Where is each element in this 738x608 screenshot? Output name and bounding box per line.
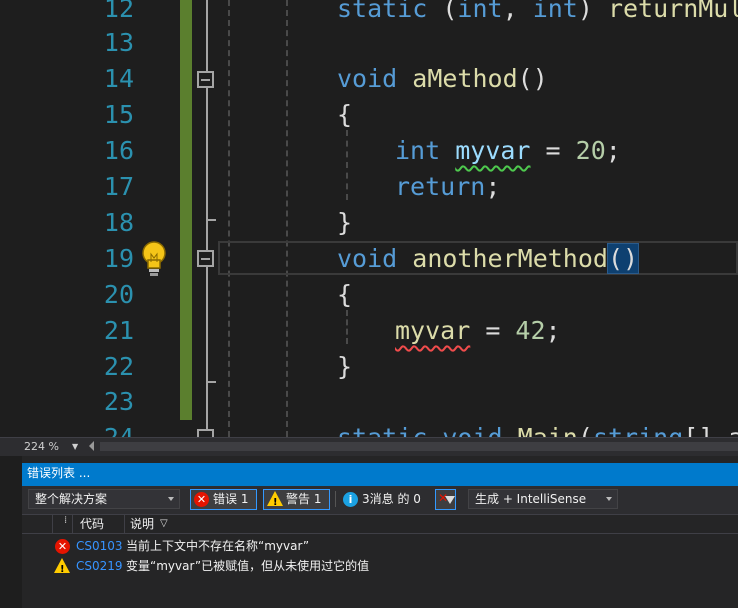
- line-number: 22: [103, 352, 134, 381]
- outline-end: [206, 381, 216, 383]
- error-row[interactable]: ! CS0219 变量“myvar”已被赋值，但从未使用过它的值: [22, 556, 738, 576]
- line-number: 23: [103, 387, 134, 416]
- code-line-16: int myvar = 20;: [395, 136, 621, 165]
- indent-guide: [346, 130, 348, 200]
- code-line-17: return;: [395, 172, 501, 201]
- code-editor[interactable]: 12 13 14 15 16 17 18 19 20 21 22 23 24 s…: [0, 0, 738, 437]
- horizontal-scrollbar[interactable]: [100, 442, 738, 451]
- code-line-24: static void Main(string[] ar: [337, 420, 738, 437]
- error-code-link[interactable]: CS0219: [76, 556, 123, 576]
- line-number: 21: [103, 316, 134, 345]
- lightbulb-icon[interactable]: [140, 240, 168, 278]
- code-line-15: {: [337, 100, 353, 129]
- toolbar-separator: [335, 491, 336, 507]
- line-number: 15: [103, 100, 134, 129]
- collapse-icon[interactable]: [197, 429, 214, 437]
- error-code-link[interactable]: CS0103: [76, 536, 123, 556]
- line-number: 18: [103, 208, 134, 237]
- code-line-18: }: [337, 208, 353, 237]
- collapse-icon[interactable]: [197, 250, 214, 267]
- chevron-down-icon: [606, 497, 612, 501]
- line-number: 12: [103, 0, 134, 23]
- warning-icon: !: [267, 491, 283, 508]
- zoom-dropdown-icon[interactable]: ▼: [72, 442, 78, 451]
- editor-status-bar: 224 % ▼: [0, 437, 738, 456]
- build-source-value: 生成 + IntelliSense: [475, 492, 587, 506]
- column-header-code[interactable]: 代码: [80, 515, 104, 533]
- chevron-down-icon: [168, 497, 174, 501]
- line-number: 14: [103, 64, 134, 93]
- error-icon: ✕: [55, 539, 70, 554]
- code-line-12: static (int, int) returnMult: [337, 0, 738, 23]
- editor-margin: [0, 0, 62, 437]
- panel-title[interactable]: 错误列表 ...: [22, 463, 738, 483]
- column-header-description[interactable]: 说明: [130, 515, 154, 533]
- zoom-level[interactable]: 224 %: [24, 440, 59, 453]
- error-description: 变量“myvar”已被赋值，但从未使用过它的值: [126, 559, 370, 573]
- code-line-19: void anotherMethod(): [337, 243, 640, 274]
- filter-dropdown-icon[interactable]: ▽: [160, 515, 168, 533]
- error-description: 当前上下文中不存在名称“myvar”: [126, 539, 310, 553]
- code-line-20: {: [337, 280, 353, 309]
- info-icon: i: [343, 492, 358, 507]
- collapse-icon[interactable]: [197, 71, 214, 88]
- line-number: 13: [103, 28, 134, 57]
- column-divider: [72, 515, 73, 533]
- column-divider: [124, 515, 125, 533]
- outline-end: [206, 219, 216, 221]
- column-divider: [52, 515, 53, 533]
- messages-filter-label: 3消息 的 0: [362, 492, 421, 506]
- error-list-panel: 错误列表 ... 整个解决方案 ✕ 错误 1 ! 警告 1 i 3消息 的 0 …: [22, 456, 738, 608]
- error-row[interactable]: ✕ CS0103 当前上下文中不存在名称“myvar”: [22, 536, 738, 556]
- line-number: 20: [103, 280, 134, 309]
- build-source-select[interactable]: 生成 + IntelliSense: [468, 489, 618, 509]
- errors-filter-label: 错误 1: [213, 492, 249, 506]
- warnings-filter-button[interactable]: ! 警告 1: [263, 489, 330, 510]
- code-line-14: void aMethod(): [337, 64, 548, 93]
- scope-select[interactable]: 整个解决方案: [28, 489, 180, 509]
- line-number: 16: [103, 136, 134, 165]
- line-number: 19: [103, 244, 134, 273]
- line-number: 17: [103, 172, 134, 201]
- filter-icon: [445, 496, 455, 504]
- error-icon: ✕: [194, 492, 209, 507]
- scope-select-value: 整个解决方案: [35, 492, 108, 506]
- clear-filter-button[interactable]: ✕: [435, 489, 456, 510]
- scroll-left-icon[interactable]: [89, 441, 94, 451]
- indent-guide: [286, 0, 288, 437]
- line-number: 24: [62, 420, 134, 437]
- indent-guide: [228, 0, 230, 437]
- warning-icon: !: [54, 558, 70, 575]
- sort-indicator-icon: ⁞: [64, 515, 68, 526]
- messages-filter-button[interactable]: i 3消息 的 0: [340, 489, 428, 510]
- code-line-21: myvar = 42;: [395, 316, 561, 345]
- indent-guide: [346, 310, 348, 344]
- code-line-22: }: [337, 352, 353, 381]
- error-list-header: ⁞ 代码 说明 ▽: [22, 514, 738, 534]
- errors-filter-button[interactable]: ✕ 错误 1: [190, 489, 257, 510]
- error-list-toolbar: 整个解决方案 ✕ 错误 1 ! 警告 1 i 3消息 的 0 ✕ 生成 + In…: [22, 486, 738, 514]
- change-tracking-bar: [180, 0, 192, 420]
- warnings-filter-label: 警告 1: [286, 492, 322, 506]
